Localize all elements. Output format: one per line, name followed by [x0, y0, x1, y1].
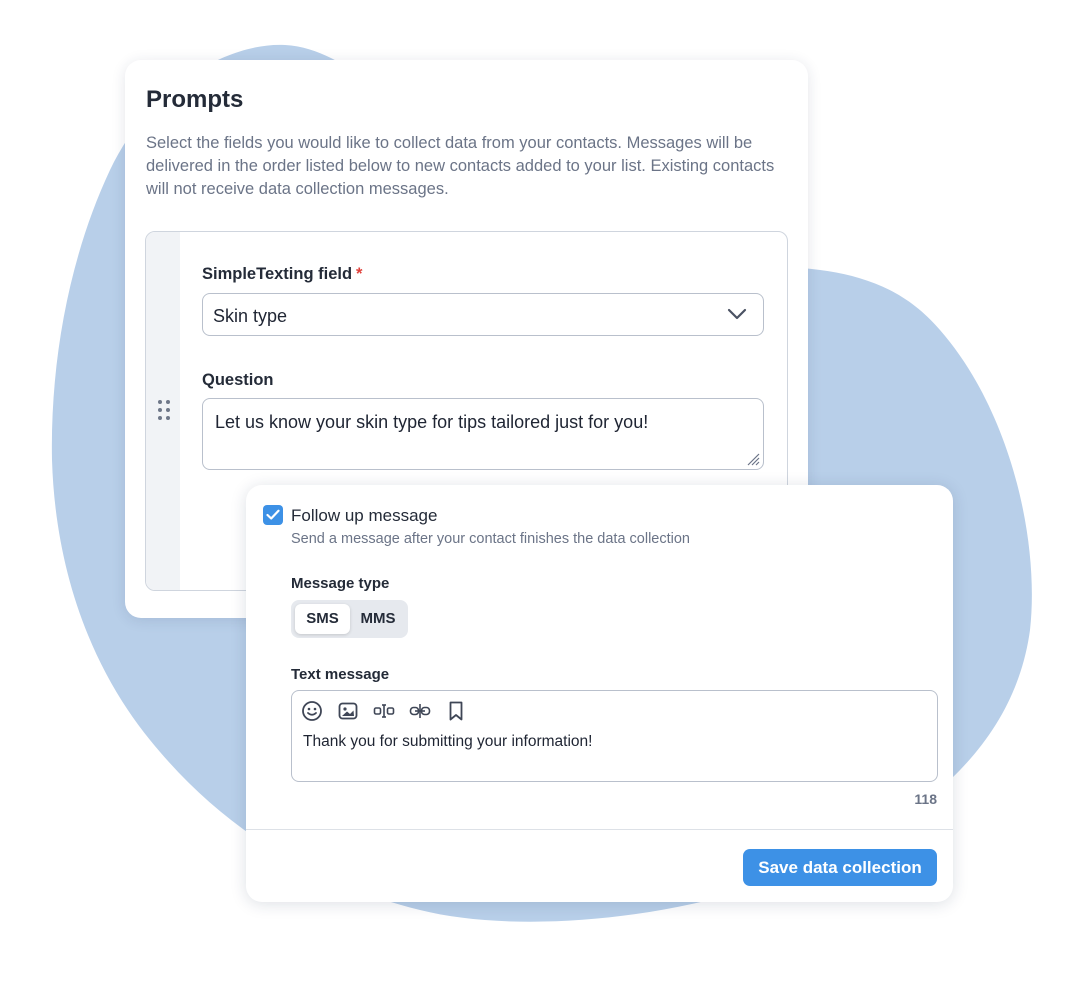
simpletexting-field-label: SimpleTexting field *: [202, 265, 362, 284]
chevron-down-icon: [727, 308, 747, 320]
message-type-label: Message type: [291, 575, 390, 592]
question-textarea[interactable]: Let us know your skin type for tips tail…: [202, 398, 764, 470]
follow-up-card: Follow up message Send a message after y…: [246, 485, 953, 902]
prompts-title: Prompts: [146, 86, 244, 113]
text-message-label: Text message: [291, 666, 390, 683]
footer-divider: [246, 829, 953, 830]
select-value: Skin type: [213, 306, 288, 326]
prompts-description: Select the fields you would like to coll…: [146, 134, 775, 198]
drag-handle-icon[interactable]: [158, 400, 170, 420]
drag-rail[interactable]: [146, 232, 180, 590]
message-type-toggle: SMS MMS: [291, 600, 408, 638]
text-field-icon[interactable]: [373, 700, 395, 722]
follow-up-checkbox[interactable]: [263, 505, 283, 525]
simpletexting-field-select[interactable]: Skin type: [202, 293, 764, 336]
save-data-collection-button[interactable]: Save data collection: [743, 849, 937, 886]
text-message-editor[interactable]: Thank you for submitting your informatio…: [291, 690, 938, 782]
follow-up-description: Send a message after your contact finish…: [291, 531, 690, 547]
follow-up-label[interactable]: Follow up message: [291, 506, 437, 526]
required-marker: *: [356, 265, 363, 283]
question-value: Let us know your skin type for tips tail…: [215, 412, 649, 432]
field-label-text: SimpleTexting field: [202, 265, 353, 283]
editor-toolbar: [301, 700, 467, 722]
checkmark-icon: [266, 509, 280, 520]
link-icon[interactable]: [409, 700, 431, 722]
resize-handle-icon[interactable]: [746, 452, 760, 466]
bookmark-icon[interactable]: [445, 700, 467, 722]
question-label: Question: [202, 371, 274, 389]
image-icon[interactable]: [337, 700, 359, 722]
character-counter: 118: [914, 791, 937, 807]
message-type-sms[interactable]: SMS: [295, 604, 350, 634]
message-type-mms[interactable]: MMS: [350, 604, 406, 634]
emoji-icon[interactable]: [301, 700, 323, 722]
text-message-value: Thank you for submitting your informatio…: [303, 733, 593, 750]
